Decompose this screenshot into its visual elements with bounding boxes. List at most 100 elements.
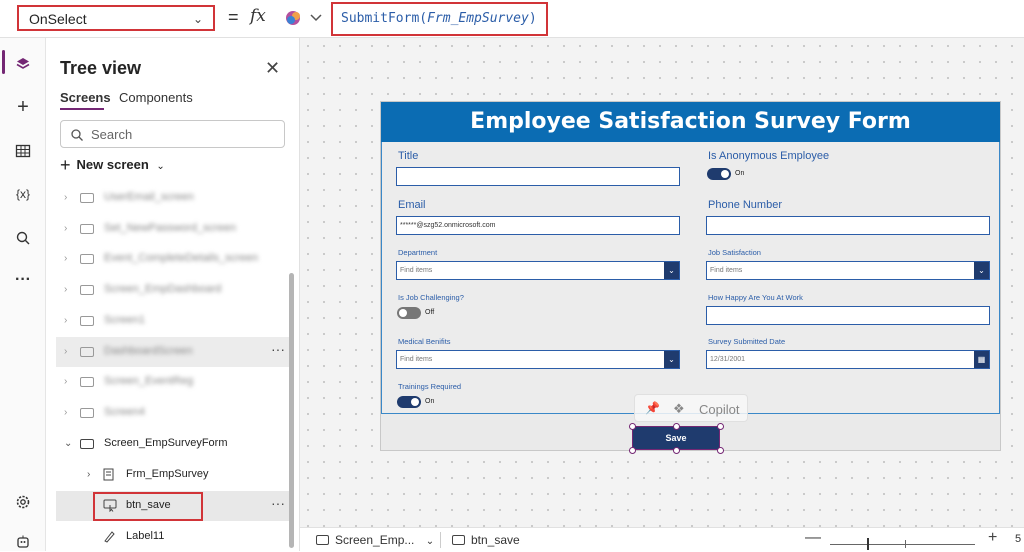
- tab-active-underline: [60, 108, 104, 110]
- resize-handle[interactable]: [673, 423, 680, 430]
- formula-input[interactable]: SubmitForm(Frm_EmpSurvey): [331, 2, 548, 36]
- phone-label: Phone Number: [708, 199, 782, 211]
- trainings-label: Trainings Required: [398, 382, 462, 391]
- zoom-in-button[interactable]: +: [988, 529, 997, 547]
- more-icon[interactable]: ···: [13, 270, 33, 290]
- tree-item-label11[interactable]: Label11: [56, 522, 289, 552]
- chevron-down-icon: ⌄: [156, 161, 165, 172]
- zoom-value: 5: [1015, 533, 1022, 545]
- tree-item-label: Event_CompleteDetails_screen: [104, 252, 259, 264]
- tree-scrollbar[interactable]: [289, 273, 294, 548]
- tree-item-label: Label11: [126, 530, 165, 542]
- tree-item-screen[interactable]: › Screen_EmpDashboard: [56, 275, 289, 305]
- zoom-out-button[interactable]: —: [805, 529, 821, 547]
- table-icon[interactable]: [13, 141, 33, 161]
- bot-icon[interactable]: [13, 532, 33, 552]
- search-input[interactable]: Search: [60, 120, 285, 148]
- anonymous-value: On: [735, 170, 745, 177]
- copilot-formula-dropdown[interactable]: [282, 7, 324, 29]
- formula-function: SubmitForm(: [341, 11, 428, 26]
- chevron-right-icon: ›: [64, 315, 68, 326]
- screen-breadcrumb[interactable]: Screen_Emp... ⌄: [316, 533, 434, 547]
- control-breadcrumb[interactable]: btn_save: [452, 533, 520, 547]
- challenging-toggle[interactable]: [397, 307, 421, 319]
- job-satisfaction-placeholder: Find items: [710, 267, 743, 274]
- search-icon[interactable]: [13, 228, 33, 248]
- resize-handle[interactable]: [629, 423, 636, 430]
- chevron-down-icon: ⌄: [192, 12, 203, 26]
- benefits-label: Medical Benifits: [398, 337, 451, 346]
- more-options-icon[interactable]: ···: [271, 495, 285, 511]
- screen-breadcrumb-label: Screen_Emp...: [335, 533, 415, 547]
- screen-icon: [80, 408, 94, 418]
- resize-handle[interactable]: [629, 447, 636, 454]
- anonymous-toggle[interactable]: [707, 168, 731, 180]
- pin-icon: 📌: [645, 401, 660, 415]
- copilot-icon: ❖: [673, 401, 685, 416]
- resize-handle[interactable]: [717, 447, 724, 454]
- variables-icon[interactable]: {x}: [13, 184, 33, 204]
- settings-icon[interactable]: [13, 492, 33, 512]
- title-label: Title: [398, 150, 419, 162]
- chevron-right-icon: ›: [64, 407, 68, 418]
- copilot-label: Copilot: [699, 402, 740, 417]
- benefits-placeholder: Find items: [400, 356, 433, 363]
- tree-item-screen[interactable]: › DashboardScreen ···: [56, 337, 289, 367]
- submitted-date-value: 12/31/2001: [710, 356, 746, 363]
- property-dropdown[interactable]: OnSelect ⌄: [17, 5, 215, 31]
- tree-item-label: DashboardScreen: [104, 345, 193, 357]
- happy-label: How Happy Are You At Work: [708, 293, 803, 302]
- department-dropdown[interactable]: Find items ⌄: [396, 261, 680, 280]
- button-icon: [452, 535, 465, 545]
- trainings-toggle[interactable]: [397, 396, 421, 408]
- screen-icon: [316, 535, 329, 545]
- tree-item-screen[interactable]: › Set_NewPassword_screen: [56, 214, 289, 244]
- fx-icon[interactable]: fx: [250, 6, 266, 26]
- tree-item-screen[interactable]: › Event_CompleteDetails_screen: [56, 244, 289, 274]
- email-field[interactable]: ******@szg52.onmicrosoft.com: [396, 216, 680, 235]
- trainings-value: On: [425, 398, 435, 405]
- tree-item-screen-empsurveyform[interactable]: ⌄ Screen_EmpSurveyForm: [56, 429, 289, 459]
- zoom-slider[interactable]: [830, 544, 975, 545]
- zoom-slider-thumb[interactable]: [867, 538, 869, 550]
- submitted-date-picker[interactable]: 12/31/2001 ▦: [706, 350, 990, 369]
- happy-field[interactable]: [706, 306, 990, 325]
- anonymous-label: Is Anonymous Employee: [708, 150, 830, 162]
- tree-item-label: Screen1: [104, 314, 145, 326]
- left-rail: + {x} ···: [0, 38, 46, 551]
- tree-view-title: Tree view: [60, 58, 142, 78]
- email-label: Email: [398, 199, 426, 211]
- more-options-icon[interactable]: ···: [271, 341, 285, 357]
- tab-components[interactable]: Components: [119, 90, 193, 105]
- resize-handle[interactable]: [717, 423, 724, 430]
- title-field[interactable]: [396, 167, 680, 186]
- tree-item-label: Screen_EventReg: [104, 375, 194, 387]
- tree-item-screen[interactable]: › UserEmail_screen: [56, 183, 289, 213]
- property-value: OnSelect: [29, 11, 87, 27]
- tree-item-screen[interactable]: › Screen4: [56, 398, 289, 428]
- tree-item-label: Screen_EmpDashboard: [104, 283, 222, 295]
- job-satisfaction-dropdown[interactable]: Find items ⌄: [706, 261, 990, 280]
- tree-item-label: Screen4: [104, 406, 145, 418]
- layers-icon[interactable]: [13, 54, 33, 74]
- new-screen-button[interactable]: + New screen ⌄: [60, 155, 165, 176]
- formula-argument: Frm_EmpSurvey: [427, 11, 529, 26]
- phone-field[interactable]: [706, 216, 990, 235]
- form-header: Employee Satisfaction Survey Form: [381, 102, 1000, 142]
- benefits-dropdown[interactable]: Find items ⌄: [396, 350, 680, 369]
- plus-icon[interactable]: +: [13, 96, 33, 118]
- screen-icon: [80, 224, 94, 234]
- tree-item-label: Set_NewPassword_screen: [104, 222, 237, 234]
- challenging-label: Is Job Challenging?: [398, 293, 464, 302]
- copilot-hint[interactable]: 📌 ❖ Copilot: [634, 394, 748, 422]
- tree-item-form[interactable]: › Frm_EmpSurvey: [56, 460, 289, 490]
- resize-handle[interactable]: [673, 447, 680, 454]
- chevron-right-icon: ›: [64, 284, 68, 295]
- chevron-right-icon: ›: [64, 223, 68, 234]
- plus-icon: +: [60, 155, 71, 175]
- close-icon[interactable]: ✕: [265, 58, 280, 79]
- tree-item-screen[interactable]: › Screen1: [56, 306, 289, 336]
- tree-item-screen[interactable]: › Screen_EventReg: [56, 367, 289, 397]
- tab-screens[interactable]: Screens: [60, 90, 111, 105]
- formula-close: ): [528, 11, 537, 26]
